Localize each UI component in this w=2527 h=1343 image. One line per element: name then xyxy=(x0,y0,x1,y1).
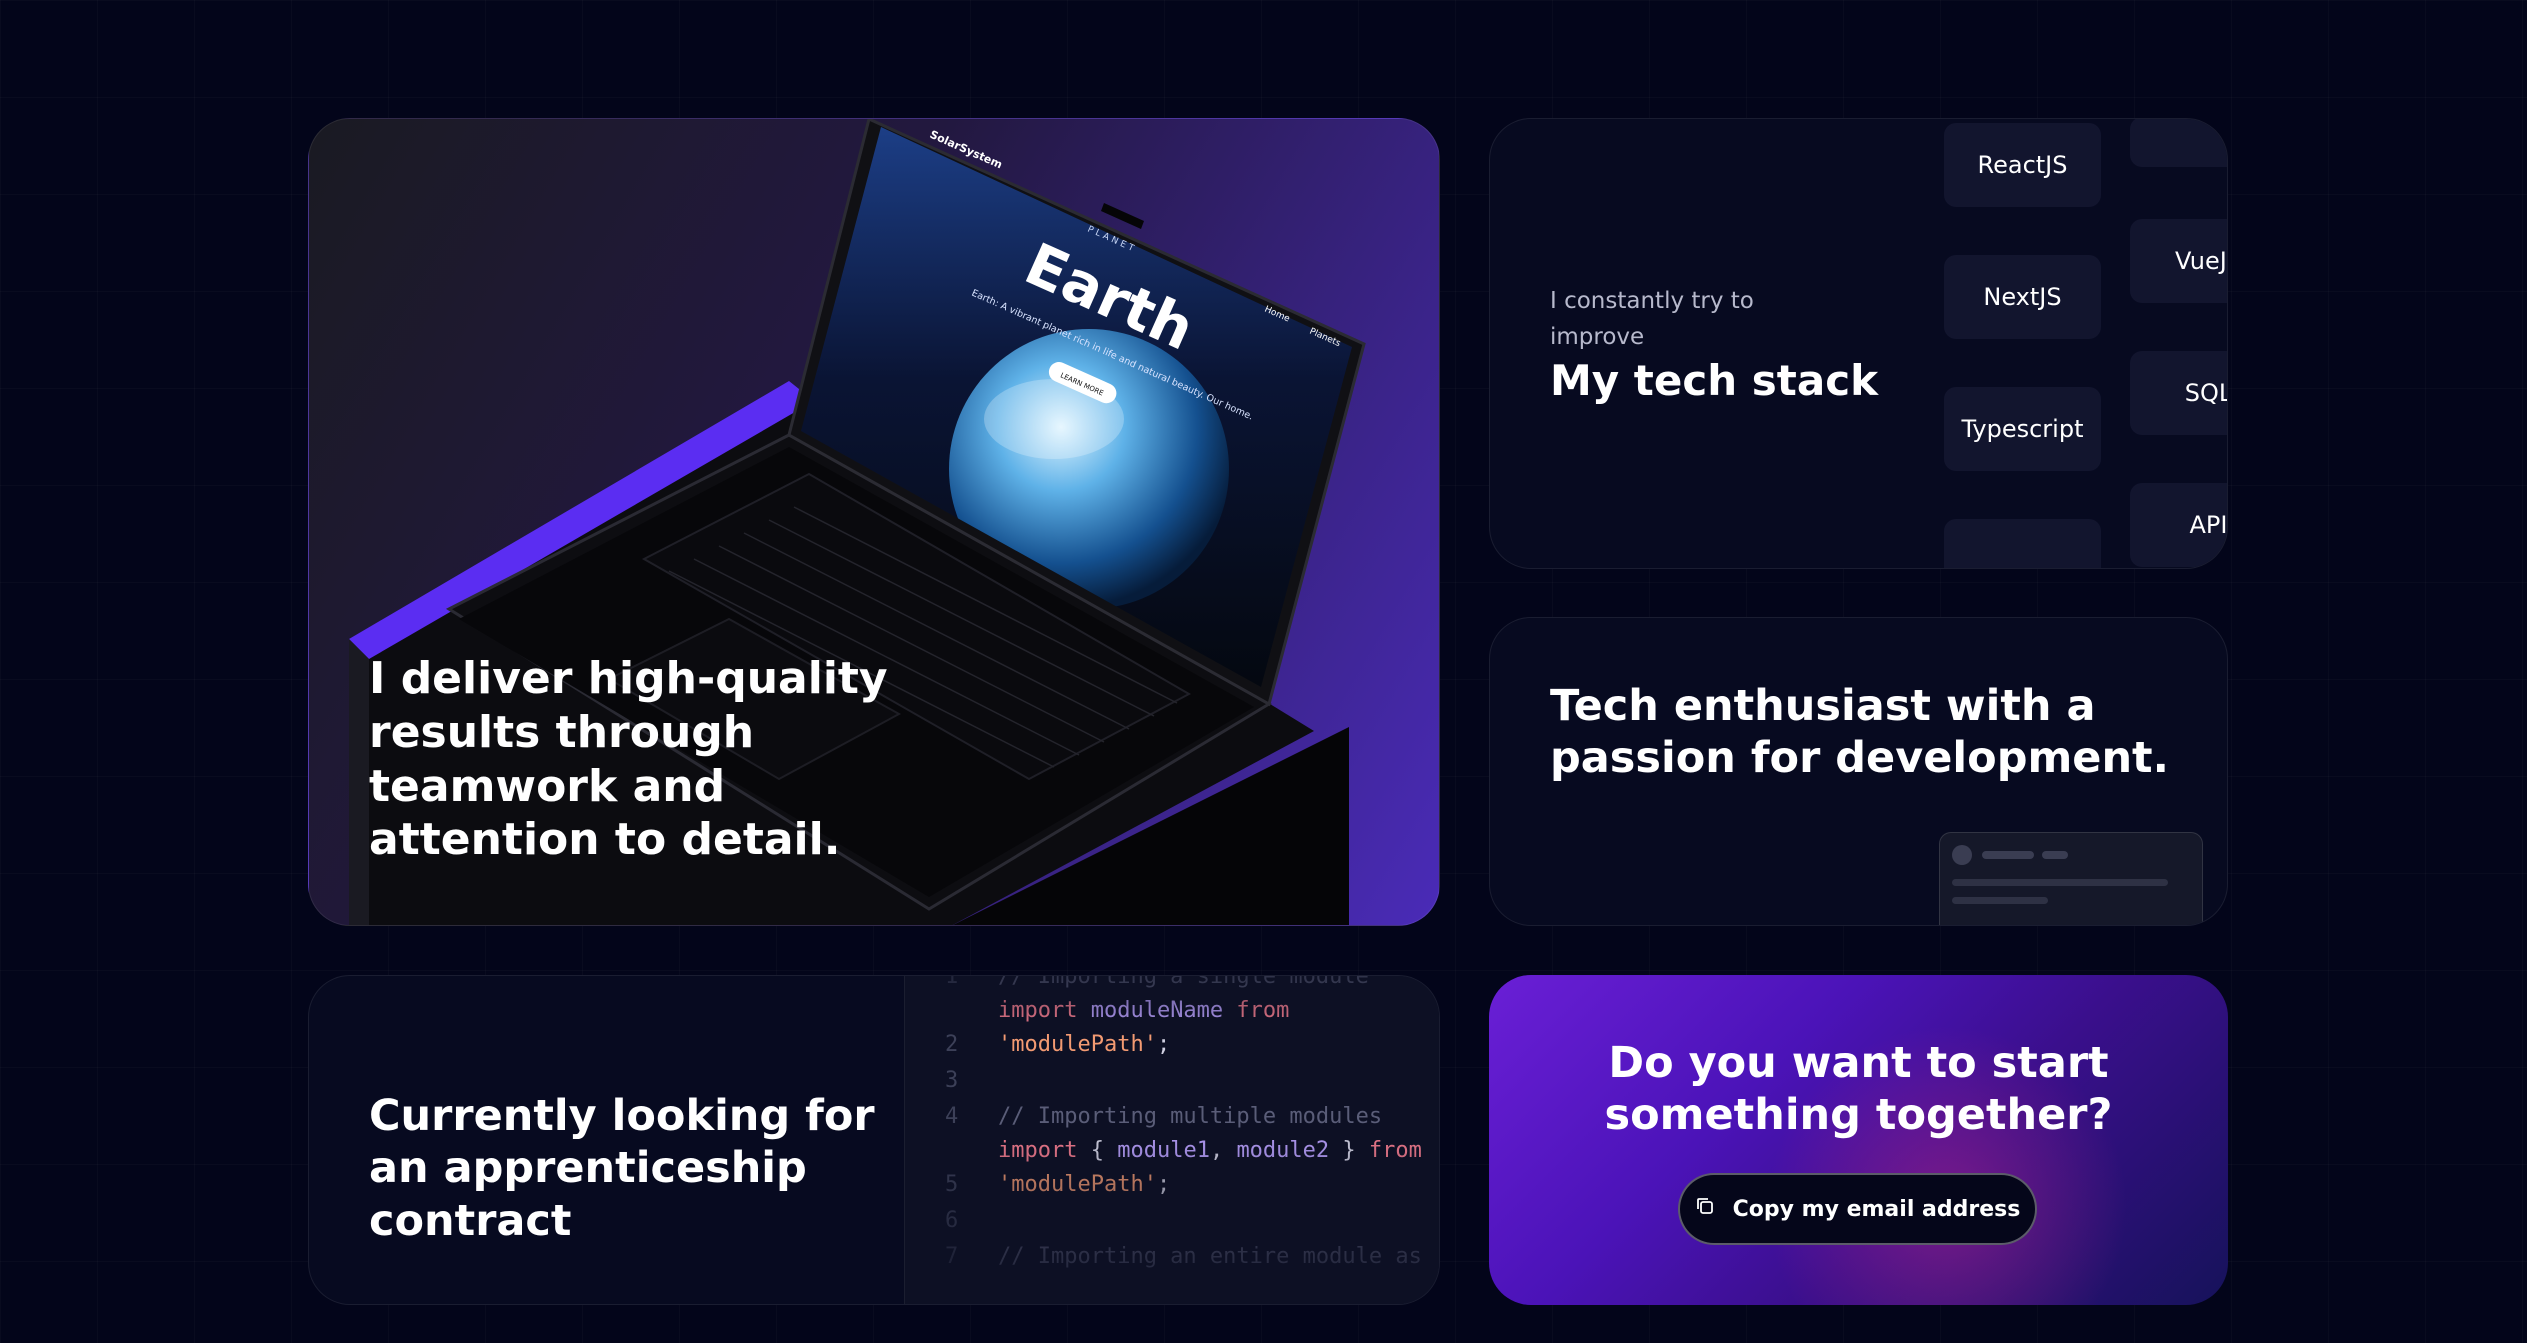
tech-pill-typescript: Typescript xyxy=(1944,387,2101,471)
tech-pill-reactjs: ReactJS xyxy=(1944,123,2101,207)
tech-stack-card: I constantly try to improve My tech stac… xyxy=(1489,118,2228,569)
enthusiast-headline: Tech enthusiast with a passion for devel… xyxy=(1550,681,2169,784)
tech-pill-empty-right xyxy=(2130,119,2227,167)
tech-pill-api: API xyxy=(2130,483,2227,567)
enthusiast-card: Tech enthusiast with a passion for devel… xyxy=(1489,617,2228,926)
code-snippet: 1 // Importing a single module import mo… xyxy=(904,976,1439,1304)
copy-email-label: Copy my email address xyxy=(1732,1196,2021,1222)
copy-email-button[interactable]: Copy my email address xyxy=(1678,1173,2037,1245)
tech-stack-title: My tech stack xyxy=(1550,356,1879,405)
tech-stack-eyebrow: I constantly try to improve xyxy=(1550,288,1754,350)
apprenticeship-headline: Currently looking for an apprenticeship … xyxy=(369,1091,875,1246)
apprenticeship-card: Currently looking for an apprenticeship … xyxy=(308,975,1440,1305)
tech-pill-empty-left xyxy=(1944,519,2101,568)
hero-card: SolarSystem PLANET Earth Earth: A vibran… xyxy=(308,118,1440,926)
copy-icon xyxy=(1695,1196,1715,1222)
contact-cta-card: Do you want to start something together?… xyxy=(1489,975,2228,1305)
skeleton-preview xyxy=(1939,832,2203,925)
tech-pill-nextjs: NextJS xyxy=(1944,255,2101,339)
cta-headline: Do you want to start something together? xyxy=(1604,1038,2113,1141)
tech-pill-sql: SQL xyxy=(2130,351,2227,435)
hero-headline: I deliver high-quality results through t… xyxy=(369,653,888,866)
tech-pill-vuejs: VueJS xyxy=(2130,219,2227,303)
